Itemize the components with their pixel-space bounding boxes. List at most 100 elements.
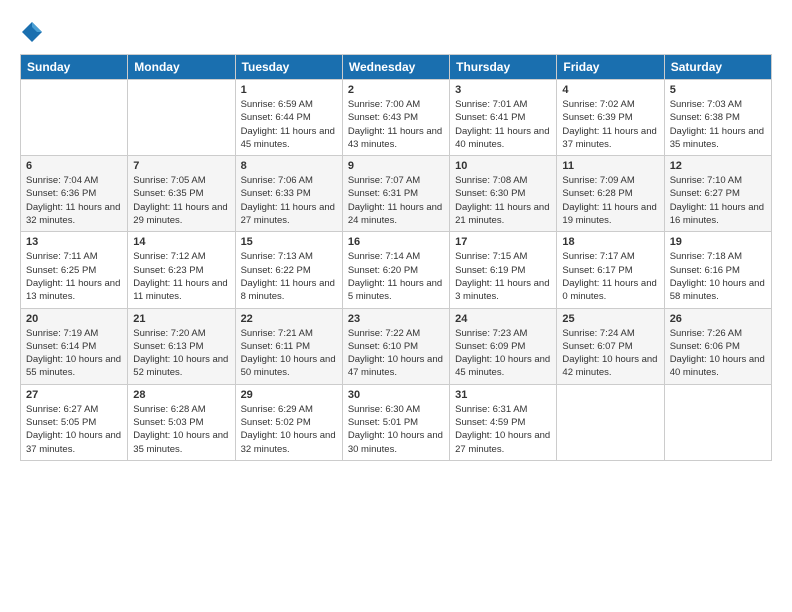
- day-number: 11: [562, 160, 658, 172]
- calendar-cell: [21, 80, 128, 156]
- calendar-cell: 2 Sunrise: 7:00 AM Sunset: 6:43 PM Daylig…: [342, 80, 449, 156]
- day-number: 25: [562, 313, 658, 325]
- day-number: 23: [348, 313, 444, 325]
- day-number: 27: [26, 389, 122, 401]
- calendar-cell: 19 Sunrise: 7:18 AM Sunset: 6:16 PM Dayli…: [664, 232, 771, 308]
- day-detail: Sunrise: 7:23 AM Sunset: 6:09 PM Dayligh…: [455, 327, 551, 380]
- calendar-cell: 24 Sunrise: 7:23 AM Sunset: 6:09 PM Dayli…: [450, 308, 557, 384]
- calendar-cell: 21 Sunrise: 7:20 AM Sunset: 6:13 PM Dayli…: [128, 308, 235, 384]
- calendar-week-3: 13 Sunrise: 7:11 AM Sunset: 6:25 PM Dayli…: [21, 232, 772, 308]
- day-detail: Sunrise: 7:26 AM Sunset: 6:06 PM Dayligh…: [670, 327, 766, 380]
- calendar-header-wednesday: Wednesday: [342, 55, 449, 80]
- calendar-cell: 22 Sunrise: 7:21 AM Sunset: 6:11 PM Dayli…: [235, 308, 342, 384]
- day-number: 20: [26, 313, 122, 325]
- day-detail: Sunrise: 6:27 AM Sunset: 5:05 PM Dayligh…: [26, 403, 122, 456]
- calendar-cell: [128, 80, 235, 156]
- day-detail: Sunrise: 7:21 AM Sunset: 6:11 PM Dayligh…: [241, 327, 337, 380]
- calendar-cell: 6 Sunrise: 7:04 AM Sunset: 6:36 PM Daylig…: [21, 156, 128, 232]
- day-detail: Sunrise: 7:20 AM Sunset: 6:13 PM Dayligh…: [133, 327, 229, 380]
- calendar-header-tuesday: Tuesday: [235, 55, 342, 80]
- logo-icon: [20, 20, 44, 44]
- page: SundayMondayTuesdayWednesdayThursdayFrid…: [0, 0, 792, 471]
- day-number: 13: [26, 236, 122, 248]
- calendar-cell: 28Sunrise: 6:28 AM Sunset: 5:03 PM Dayli…: [128, 384, 235, 460]
- calendar-cell: 8 Sunrise: 7:06 AM Sunset: 6:33 PM Daylig…: [235, 156, 342, 232]
- calendar-cell: 17 Sunrise: 7:15 AM Sunset: 6:19 PM Dayli…: [450, 232, 557, 308]
- calendar-cell: 5 Sunrise: 7:03 AM Sunset: 6:38 PM Daylig…: [664, 80, 771, 156]
- calendar-cell: [557, 384, 664, 460]
- day-number: 14: [133, 236, 229, 248]
- calendar-cell: 26Sunrise: 7:26 AM Sunset: 6:06 PM Dayli…: [664, 308, 771, 384]
- calendar-cell: 11Sunrise: 7:09 AM Sunset: 6:28 PM Dayli…: [557, 156, 664, 232]
- day-number: 16: [348, 236, 444, 248]
- day-detail: Sunrise: 7:13 AM Sunset: 6:22 PM Dayligh…: [241, 250, 337, 303]
- day-detail: Sunrise: 7:11 AM Sunset: 6:25 PM Dayligh…: [26, 250, 122, 303]
- calendar-header-friday: Friday: [557, 55, 664, 80]
- day-detail: Sunrise: 6:31 AM Sunset: 4:59 PM Dayligh…: [455, 403, 551, 456]
- calendar-cell: 3 Sunrise: 7:01 AM Sunset: 6:41 PM Daylig…: [450, 80, 557, 156]
- calendar-cell: 14 Sunrise: 7:12 AM Sunset: 6:23 PM Dayli…: [128, 232, 235, 308]
- calendar-cell: 16 Sunrise: 7:14 AM Sunset: 6:20 PM Dayli…: [342, 232, 449, 308]
- day-number: 12: [670, 160, 766, 172]
- day-detail: Sunrise: 7:08 AM Sunset: 6:30 PM Dayligh…: [455, 174, 551, 227]
- day-number: 7: [133, 160, 229, 172]
- calendar-cell: 15 Sunrise: 7:13 AM Sunset: 6:22 PM Dayli…: [235, 232, 342, 308]
- day-number: 6: [26, 160, 122, 172]
- day-detail: Sunrise: 7:03 AM Sunset: 6:38 PM Dayligh…: [670, 98, 766, 151]
- day-detail: Sunrise: 7:12 AM Sunset: 6:23 PM Dayligh…: [133, 250, 229, 303]
- day-number: 15: [241, 236, 337, 248]
- calendar-header-sunday: Sunday: [21, 55, 128, 80]
- day-detail: Sunrise: 7:07 AM Sunset: 6:31 PM Dayligh…: [348, 174, 444, 227]
- calendar-cell: 7 Sunrise: 7:05 AM Sunset: 6:35 PM Daylig…: [128, 156, 235, 232]
- day-number: 24: [455, 313, 551, 325]
- calendar-cell: 31 Sunrise: 6:31 AM Sunset: 4:59 PM Dayli…: [450, 384, 557, 460]
- day-detail: Sunrise: 7:01 AM Sunset: 6:41 PM Dayligh…: [455, 98, 551, 151]
- calendar-week-2: 6 Sunrise: 7:04 AM Sunset: 6:36 PM Daylig…: [21, 156, 772, 232]
- day-number: 22: [241, 313, 337, 325]
- day-number: 1: [241, 84, 337, 96]
- day-detail: Sunrise: 7:15 AM Sunset: 6:19 PM Dayligh…: [455, 250, 551, 303]
- header: [20, 20, 772, 44]
- day-number: 2: [348, 84, 444, 96]
- day-detail: Sunrise: 7:10 AM Sunset: 6:27 PM Dayligh…: [670, 174, 766, 227]
- day-number: 18: [562, 236, 658, 248]
- day-number: 28: [133, 389, 229, 401]
- day-detail: Sunrise: 6:30 AM Sunset: 5:01 PM Dayligh…: [348, 403, 444, 456]
- day-number: 4: [562, 84, 658, 96]
- day-detail: Sunrise: 7:06 AM Sunset: 6:33 PM Dayligh…: [241, 174, 337, 227]
- calendar-header-saturday: Saturday: [664, 55, 771, 80]
- day-detail: Sunrise: 7:14 AM Sunset: 6:20 PM Dayligh…: [348, 250, 444, 303]
- day-detail: Sunrise: 6:59 AM Sunset: 6:44 PM Dayligh…: [241, 98, 337, 151]
- day-detail: Sunrise: 7:02 AM Sunset: 6:39 PM Dayligh…: [562, 98, 658, 151]
- day-detail: Sunrise: 7:18 AM Sunset: 6:16 PM Dayligh…: [670, 250, 766, 303]
- calendar-cell: 1 Sunrise: 6:59 AM Sunset: 6:44 PM Daylig…: [235, 80, 342, 156]
- calendar-week-1: 1 Sunrise: 6:59 AM Sunset: 6:44 PM Daylig…: [21, 80, 772, 156]
- day-number: 21: [133, 313, 229, 325]
- day-detail: Sunrise: 7:24 AM Sunset: 6:07 PM Dayligh…: [562, 327, 658, 380]
- day-number: 3: [455, 84, 551, 96]
- day-detail: Sunrise: 7:05 AM Sunset: 6:35 PM Dayligh…: [133, 174, 229, 227]
- calendar-cell: 30Sunrise: 6:30 AM Sunset: 5:01 PM Dayli…: [342, 384, 449, 460]
- calendar-cell: 20Sunrise: 7:19 AM Sunset: 6:14 PM Dayli…: [21, 308, 128, 384]
- calendar-cell: 4 Sunrise: 7:02 AM Sunset: 6:39 PM Daylig…: [557, 80, 664, 156]
- calendar-cell: 12 Sunrise: 7:10 AM Sunset: 6:27 PM Dayli…: [664, 156, 771, 232]
- calendar-header-monday: Monday: [128, 55, 235, 80]
- day-number: 19: [670, 236, 766, 248]
- calendar-header-thursday: Thursday: [450, 55, 557, 80]
- day-number: 17: [455, 236, 551, 248]
- day-number: 8: [241, 160, 337, 172]
- day-detail: Sunrise: 6:29 AM Sunset: 5:02 PM Dayligh…: [241, 403, 337, 456]
- calendar-cell: 27 Sunrise: 6:27 AM Sunset: 5:05 PM Dayli…: [21, 384, 128, 460]
- day-number: 9: [348, 160, 444, 172]
- day-detail: Sunrise: 7:17 AM Sunset: 6:17 PM Dayligh…: [562, 250, 658, 303]
- day-number: 10: [455, 160, 551, 172]
- calendar-cell: 25 Sunrise: 7:24 AM Sunset: 6:07 PM Dayli…: [557, 308, 664, 384]
- day-number: 31: [455, 389, 551, 401]
- day-detail: Sunrise: 7:04 AM Sunset: 6:36 PM Dayligh…: [26, 174, 122, 227]
- calendar-week-5: 27 Sunrise: 6:27 AM Sunset: 5:05 PM Dayli…: [21, 384, 772, 460]
- calendar-cell: 29 Sunrise: 6:29 AM Sunset: 5:02 PM Dayli…: [235, 384, 342, 460]
- day-detail: Sunrise: 7:00 AM Sunset: 6:43 PM Dayligh…: [348, 98, 444, 151]
- day-number: 5: [670, 84, 766, 96]
- calendar-cell: 9 Sunrise: 7:07 AM Sunset: 6:31 PM Daylig…: [342, 156, 449, 232]
- day-number: 29: [241, 389, 337, 401]
